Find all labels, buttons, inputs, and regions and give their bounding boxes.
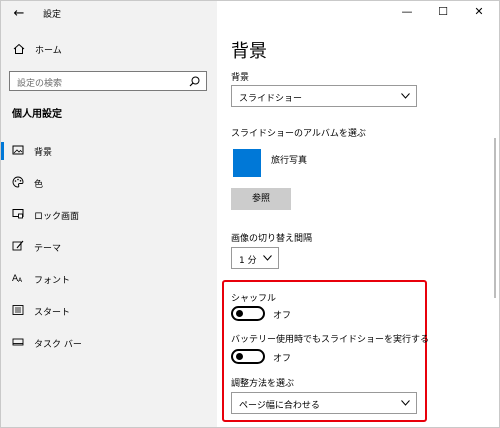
shuffle-state: オフ (273, 311, 292, 321)
palette-icon (12, 176, 24, 188)
sidebar-item-home[interactable]: ホーム (1, 39, 217, 61)
sidebar-item-label: テーマ (34, 244, 62, 254)
toggle-knob (236, 353, 243, 360)
interval-dropdown-value: 1 分 (239, 256, 257, 266)
sidebar-item-lock-screen[interactable]: ロック画面 (1, 202, 217, 228)
scrollbar[interactable] (494, 138, 496, 298)
album-name: 旅行写真 (271, 156, 308, 166)
window-controls: — ☐ ✕ (389, 1, 499, 23)
battery-label: バッテリー使用時でもスライドショーを実行する (231, 335, 430, 345)
chevron-down-icon (401, 93, 410, 99)
maximize-button[interactable]: ☐ (433, 4, 453, 20)
album-label: スライドショーのアルバムを選ぶ (231, 129, 366, 139)
background-dropdown[interactable]: スライドショー (231, 85, 417, 107)
home-icon (13, 43, 25, 54)
svg-text:A: A (18, 277, 23, 284)
chevron-down-icon (401, 400, 410, 406)
sidebar-item-theme[interactable]: テーマ (1, 234, 217, 260)
minimize-button[interactable]: — (397, 4, 417, 20)
sidebar-item-label: ロック画面 (34, 212, 80, 222)
interval-label: 画像の切り替え間隔 (231, 234, 313, 244)
section-title: 個人用設定 (12, 109, 62, 120)
browse-button[interactable]: 参照 (231, 188, 291, 210)
app-title: 設定 (43, 10, 62, 20)
lock-screen-icon (12, 209, 24, 219)
background-label: 背景 (231, 73, 250, 83)
shuffle-label: シャッフル (231, 294, 277, 304)
start-icon (12, 305, 24, 315)
theme-brush-icon (12, 240, 24, 251)
image-icon (12, 145, 24, 155)
search-input[interactable]: 設定の検索 (9, 71, 207, 91)
shuffle-toggle[interactable] (231, 306, 265, 321)
chevron-down-icon (263, 255, 272, 261)
font-icon: A A (12, 274, 23, 284)
close-button[interactable]: ✕ (469, 4, 489, 20)
search-placeholder: 設定の検索 (17, 79, 63, 89)
sidebar-item-background[interactable]: 背景 (1, 138, 217, 164)
sidebar-item-label: 色 (34, 180, 44, 190)
fit-label: 調整方法を選ぶ (231, 379, 295, 389)
sidebar-item-font[interactable]: A A フォント (1, 266, 217, 292)
fit-dropdown[interactable]: ページ幅に合わせる (231, 392, 417, 414)
sidebar-item-label: ホーム (35, 46, 62, 56)
fit-dropdown-value: ページ幅に合わせる (239, 401, 320, 411)
taskbar-icon (12, 338, 24, 346)
main-pane: — ☐ ✕ 背景 背景 スライドショー スライドショーのアルバムを選ぶ 旅行写真… (217, 1, 499, 427)
sidebar-item-taskbar[interactable]: タスク バー (1, 330, 217, 356)
interval-dropdown[interactable]: 1 分 (231, 247, 279, 269)
sidebar-item-label: フォント (34, 276, 71, 286)
sidebar-item-start[interactable]: スタート (1, 298, 217, 324)
toggle-knob (236, 310, 243, 317)
sidebar-item-label: スタート (34, 308, 71, 318)
sidebar: ← 設定 ホーム 設定の検索 個人用設定 背景 色 ロック画面 テーマ A A … (1, 1, 217, 427)
page-title: 背景 (231, 41, 267, 62)
sidebar-item-label: タスク バー (34, 340, 82, 350)
search-icon (189, 76, 200, 87)
sidebar-item-label: 背景 (34, 148, 53, 158)
title-bar: ← 設定 (1, 1, 217, 29)
battery-state: オフ (273, 354, 292, 364)
album-thumbnail (233, 149, 261, 177)
battery-toggle[interactable] (231, 349, 265, 364)
back-button[interactable]: ← (9, 5, 29, 23)
sidebar-item-color[interactable]: 色 (1, 170, 217, 196)
background-dropdown-value: スライドショー (239, 94, 303, 104)
